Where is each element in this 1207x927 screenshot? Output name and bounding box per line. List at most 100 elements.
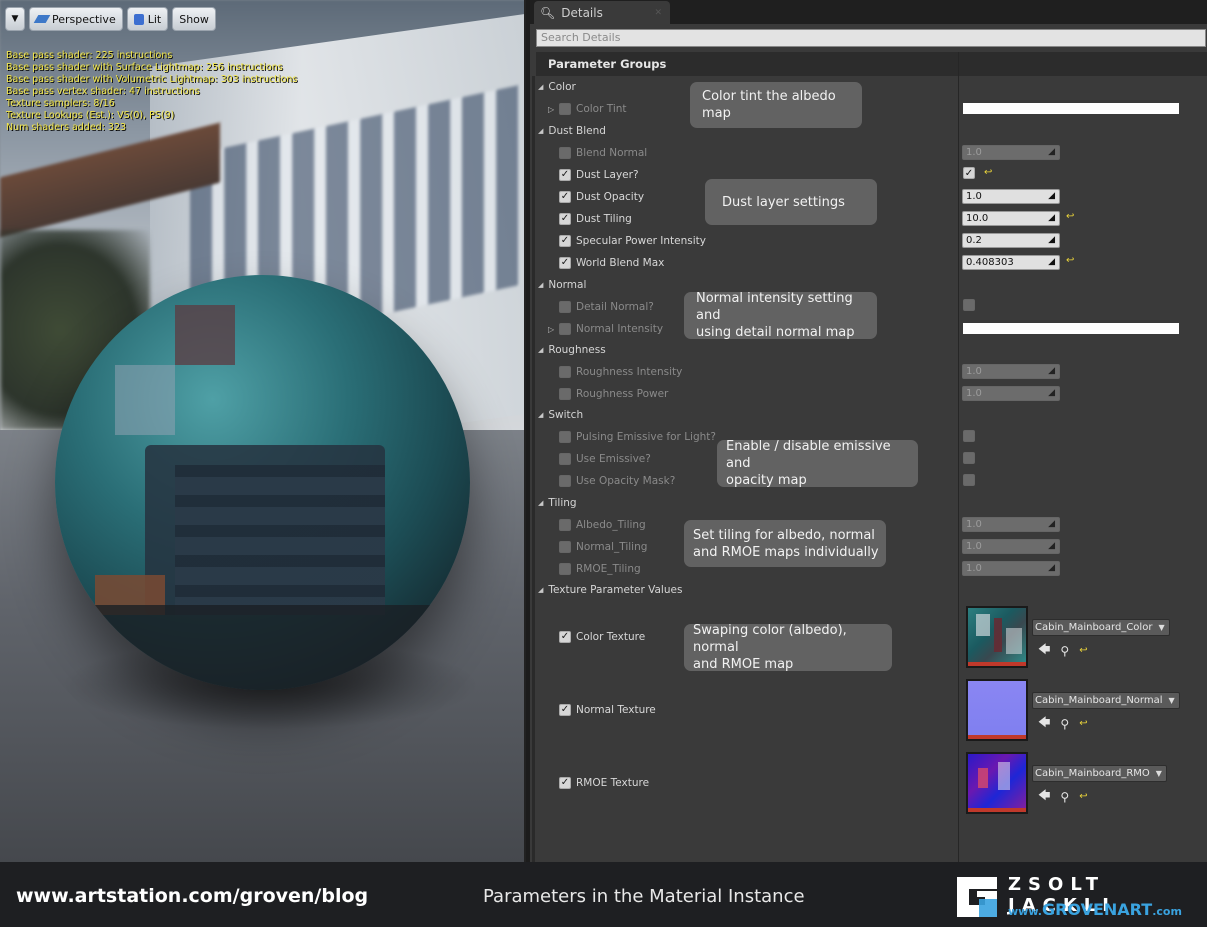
group-tiling[interactable]: ◢ Tiling <box>538 492 577 514</box>
browse-search-icon[interactable]: ⚲ <box>1060 644 1069 658</box>
color-texture-tools: 🡄 ⚲ ↩ <box>1038 640 1088 661</box>
override-checkbox[interactable]: ✓ <box>559 235 571 247</box>
parameter-groups-header[interactable]: Parameter Groups <box>536 52 1207 76</box>
collapse-triangle-icon: ◢ <box>538 127 544 135</box>
lit-button[interactable]: Lit <box>126 7 169 31</box>
collapse-triangle-icon: ◢ <box>538 281 544 289</box>
use-emissive-value-checkbox[interactable] <box>963 452 975 464</box>
normal-tiling-value[interactable]: 1.0 ◢ <box>962 539 1060 554</box>
panel-gutter <box>532 76 535 862</box>
param-specular-power-intensity: ✓ Specular Power Intensity <box>548 230 706 252</box>
override-checkbox[interactable]: ✓ <box>559 213 571 225</box>
drag-arrow-icon: ◢ <box>1048 147 1055 157</box>
dust-opacity-value[interactable]: 1.0 ◢ <box>962 189 1060 204</box>
normal-texture-thumbnail[interactable] <box>966 679 1028 741</box>
use-opacity-mask-value-checkbox[interactable] <box>963 474 975 486</box>
pulsing-emissive-value-checkbox[interactable] <box>963 430 975 442</box>
browse-search-icon[interactable]: ⚲ <box>1060 790 1069 804</box>
reset-to-default-icon[interactable]: ↩ <box>1079 718 1087 729</box>
material-preview-sphere <box>55 275 470 690</box>
param-dust-layer: ✓ Dust Layer? <box>548 164 639 186</box>
override-checkbox[interactable] <box>559 453 571 465</box>
column-divider[interactable] <box>958 52 959 862</box>
collapse-triangle-icon: ◢ <box>538 346 544 354</box>
browse-search-icon[interactable]: ⚲ <box>1060 717 1069 731</box>
override-checkbox[interactable]: ✓ <box>559 631 571 643</box>
override-checkbox[interactable] <box>559 366 571 378</box>
override-checkbox[interactable] <box>559 475 571 487</box>
group-switch[interactable]: ◢ Switch <box>538 404 583 426</box>
normal-intensity-swatch[interactable] <box>963 323 1179 334</box>
reset-to-default-icon[interactable]: ↩ <box>1079 645 1087 656</box>
override-checkbox[interactable] <box>559 431 571 443</box>
parameter-groups-title: Parameter Groups <box>548 57 667 71</box>
group-roughness[interactable]: ◢ Roughness <box>538 339 606 361</box>
group-normal[interactable]: ◢ Normal <box>538 274 586 296</box>
blend-normal-value[interactable]: 1.0 ◢ <box>962 145 1060 160</box>
dust-tiling-value[interactable]: 10.0 ◢ <box>962 211 1060 226</box>
perspective-button[interactable]: Perspective <box>29 7 123 31</box>
viewport[interactable]: ▼ Perspective Lit Show Base pass shader:… <box>0 0 526 862</box>
override-checkbox[interactable]: ✓ <box>559 777 571 789</box>
expand-arrow-icon[interactable]: ▷ <box>548 325 559 334</box>
blog-url[interactable]: www.artstation.com/groven/blog <box>16 885 368 907</box>
reset-to-default-icon[interactable]: ↩ <box>984 167 992 178</box>
world-blend-max-value[interactable]: 0.408303 ◢ <box>962 255 1060 270</box>
color-texture-thumbnail[interactable] <box>966 606 1028 668</box>
specular-power-intensity-value[interactable]: 0.2 ◢ <box>962 233 1060 248</box>
param-roughness-intensity: Roughness Intensity <box>548 361 682 383</box>
rmoe-tiling-value[interactable]: 1.0 ◢ <box>962 561 1060 576</box>
collapse-triangle-icon: ◢ <box>538 586 544 594</box>
group-label: Switch <box>548 409 584 421</box>
albedo-tiling-value[interactable]: 1.0 ◢ <box>962 517 1060 532</box>
stat-line: Texture samplers: 8/16 <box>6 98 115 109</box>
override-checkbox[interactable] <box>559 301 571 313</box>
reset-to-default-icon[interactable]: ↩ <box>1066 211 1074 222</box>
close-icon[interactable]: ✕ <box>654 8 662 18</box>
show-button[interactable]: Show <box>172 7 216 31</box>
shader-stats: Base pass shader: 225 instructions Base … <box>6 50 297 134</box>
roughness-power-value[interactable]: 1.0 ◢ <box>962 386 1060 401</box>
param-label: RMOE Texture <box>576 777 650 789</box>
override-checkbox[interactable] <box>559 147 571 159</box>
normal-texture-dropdown[interactable]: Cabin_Mainboard_Normal ▼ <box>1032 692 1180 709</box>
tab-details[interactable]: 🔍︎ Details ✕ <box>534 1 670 24</box>
param-rmoe-tiling: RMOE_Tiling <box>548 558 641 580</box>
reset-to-default-icon[interactable]: ↩ <box>1066 255 1074 266</box>
use-selected-arrow-icon[interactable]: 🡄 <box>1038 640 1050 661</box>
color-tint-swatch[interactable] <box>963 103 1179 114</box>
override-checkbox[interactable]: ✓ <box>559 191 571 203</box>
detail-normal-value-checkbox[interactable] <box>963 299 975 311</box>
override-checkbox[interactable] <box>559 519 571 531</box>
viewport-options-button[interactable]: ▼ <box>5 7 25 31</box>
brand-url[interactable]: www.GROVENART.com <box>1008 900 1182 919</box>
override-checkbox[interactable]: ✓ <box>559 257 571 269</box>
reset-to-default-icon[interactable]: ↩ <box>1079 791 1087 802</box>
rmoe-texture-dropdown[interactable]: Cabin_Mainboard_RMO ▼ <box>1032 765 1167 782</box>
rmoe-texture-thumbnail[interactable] <box>966 752 1028 814</box>
override-checkbox[interactable] <box>559 541 571 553</box>
dust-layer-value-checkbox[interactable]: ✓ <box>963 167 975 179</box>
group-dust-blend[interactable]: ◢ Dust Blend <box>538 120 606 142</box>
override-checkbox[interactable] <box>559 103 571 115</box>
expand-arrow-icon[interactable]: ▷ <box>548 105 559 114</box>
override-checkbox[interactable] <box>559 388 571 400</box>
drag-arrow-icon: ◢ <box>1048 366 1055 376</box>
use-selected-arrow-icon[interactable]: 🡄 <box>1038 786 1050 807</box>
group-color[interactable]: ◢ Color <box>538 76 576 98</box>
group-label: Dust Blend <box>548 125 606 137</box>
callout-switch: Enable / disable emissive and opacity ma… <box>717 439 918 488</box>
override-checkbox[interactable] <box>559 563 571 575</box>
param-label: Dust Layer? <box>576 169 639 181</box>
override-checkbox[interactable] <box>559 323 571 335</box>
color-texture-dropdown[interactable]: Cabin_Mainboard_Color ▼ <box>1032 619 1170 636</box>
use-selected-arrow-icon[interactable]: 🡄 <box>1038 713 1050 734</box>
param-albedo-tiling: Albedo_Tiling <box>548 514 646 536</box>
roughness-intensity-value[interactable]: 1.0 ◢ <box>962 364 1060 379</box>
drag-arrow-icon: ◢ <box>1048 519 1055 529</box>
param-label: Pulsing Emissive for Light? <box>576 431 716 443</box>
group-texture-parameter-values[interactable]: ◢ Texture Parameter Values <box>538 579 682 601</box>
search-input[interactable]: Search Details <box>536 29 1206 47</box>
override-checkbox[interactable]: ✓ <box>559 704 571 716</box>
override-checkbox[interactable]: ✓ <box>559 169 571 181</box>
